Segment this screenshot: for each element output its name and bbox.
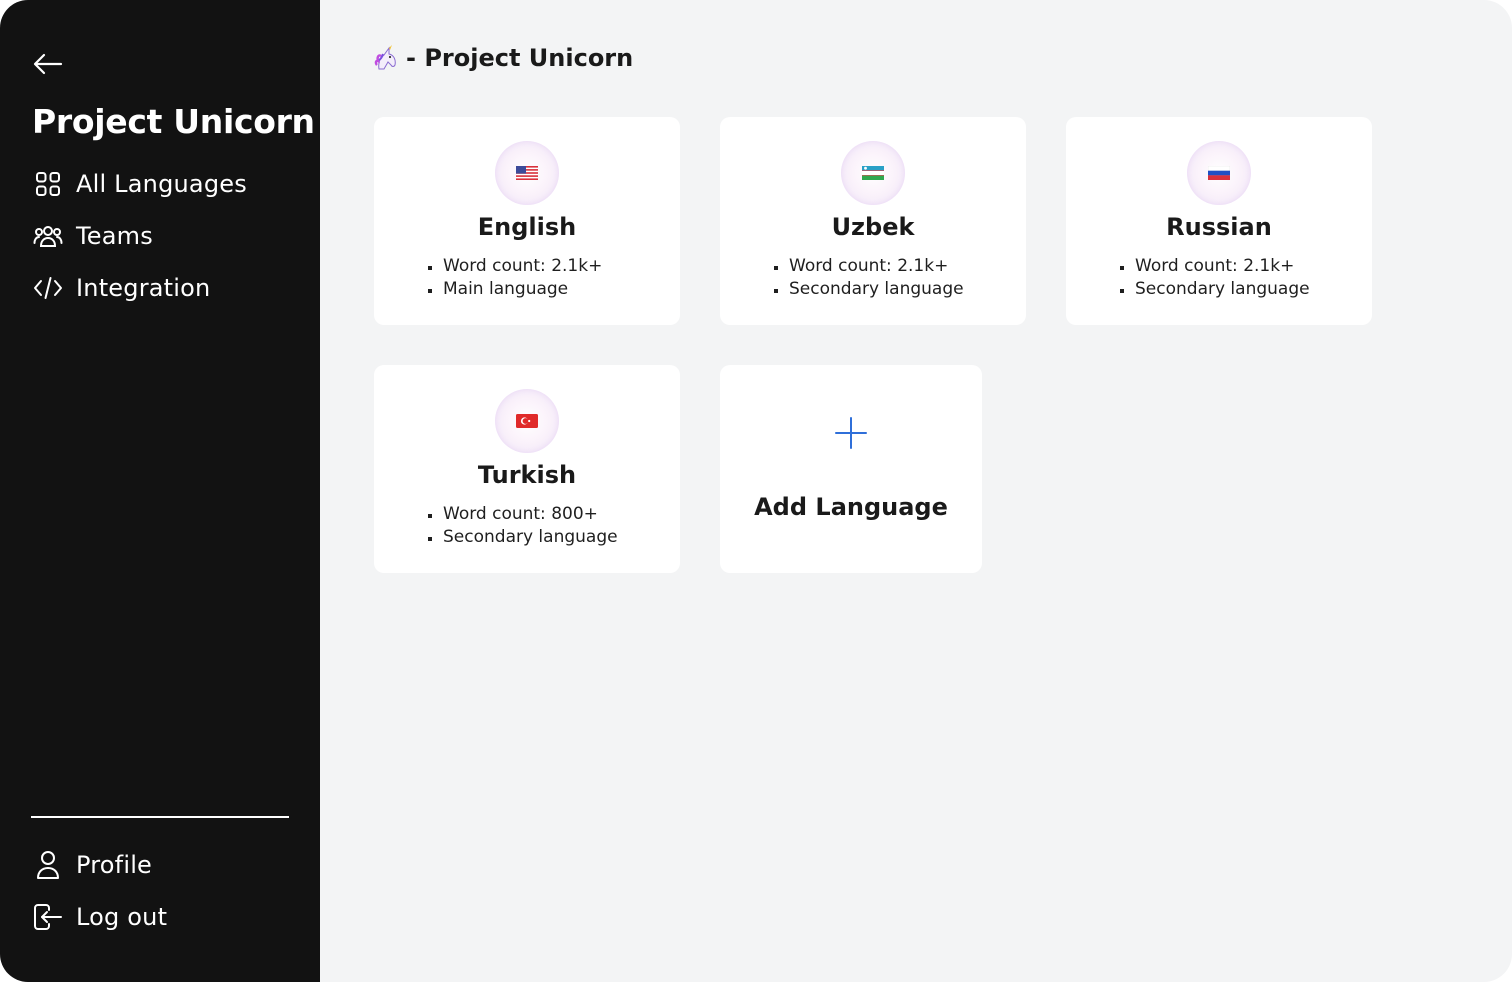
language-name: Uzbek [831,213,915,241]
plus-icon [835,417,867,449]
add-language-label: Add Language [754,493,948,521]
main-content: - Project Unicorn English Word count: 2.… [320,0,1512,982]
sidebar-nav: All Languages Teams Integration [32,162,292,318]
tr-flag-icon [516,414,538,428]
language-card-russian[interactable]: Russian Word count: 2.1k+ Secondary lang… [1066,117,1372,325]
page-title-text: - Project Unicorn [406,44,634,72]
sidebar-project-title: Project Unicorn [32,102,315,141]
sidebar-item-label: Teams [76,222,153,250]
uz-flag-icon [862,166,884,180]
word-count: Word count: 2.1k+ [428,255,602,278]
language-card-uzbek[interactable]: Uzbek Word count: 2.1k+ Secondary langua… [720,117,1026,325]
add-language-button[interactable]: Add Language [720,365,982,573]
language-card-turkish[interactable]: Turkish Word count: 800+ Secondary langu… [374,365,680,573]
flag-badge [495,389,559,453]
code-icon [32,272,64,304]
sidebar-divider [31,816,289,818]
arrow-left-icon [33,53,63,75]
language-role: Main language [428,278,602,301]
user-icon [32,849,64,881]
word-count: Word count: 800+ [428,503,618,526]
logout-icon [32,901,64,933]
us-flag-icon [516,166,538,180]
sidebar-item-all-languages[interactable]: All Languages [32,162,292,206]
language-role: Secondary language [428,526,618,549]
sidebar-item-label: Integration [76,274,211,302]
language-name: Turkish [477,461,577,489]
language-card-english[interactable]: English Word count: 2.1k+ Main language [374,117,680,325]
language-role: Secondary language [1120,278,1310,301]
language-details: Word count: 2.1k+ Secondary language [774,255,964,301]
flag-badge [841,141,905,205]
sidebar-item-label: All Languages [76,170,247,198]
ru-flag-icon [1208,166,1230,180]
language-role: Secondary language [774,278,964,301]
sidebar-item-integration[interactable]: Integration [32,266,292,310]
sidebar-item-logout[interactable]: Log out [32,895,292,939]
sidebar-item-teams[interactable]: Teams [32,214,292,258]
language-name: Russian [1166,213,1272,241]
sidebar-item-label: Log out [76,903,168,931]
flag-badge [495,141,559,205]
back-button[interactable] [30,48,66,80]
language-details: Word count: 2.1k+ Main language [428,255,602,301]
language-details: Word count: 800+ Secondary language [428,503,618,549]
word-count: Word count: 2.1k+ [774,255,964,278]
unicorn-icon [374,45,396,70]
language-name: English [477,213,577,241]
sidebar: Project Unicorn All Languages Teams Inte… [0,0,320,982]
sidebar-item-profile[interactable]: Profile [32,843,292,887]
page-title: - Project Unicorn [374,44,633,72]
app-window: Project Unicorn All Languages Teams Inte… [0,0,1512,982]
sidebar-item-label: Profile [76,851,153,879]
language-details: Word count: 2.1k+ Secondary language [1120,255,1310,301]
grid-icon [32,168,64,200]
flag-badge [1187,141,1251,205]
sidebar-bottom-nav: Profile Log out [32,843,292,947]
users-icon [32,220,64,252]
word-count: Word count: 2.1k+ [1120,255,1310,278]
